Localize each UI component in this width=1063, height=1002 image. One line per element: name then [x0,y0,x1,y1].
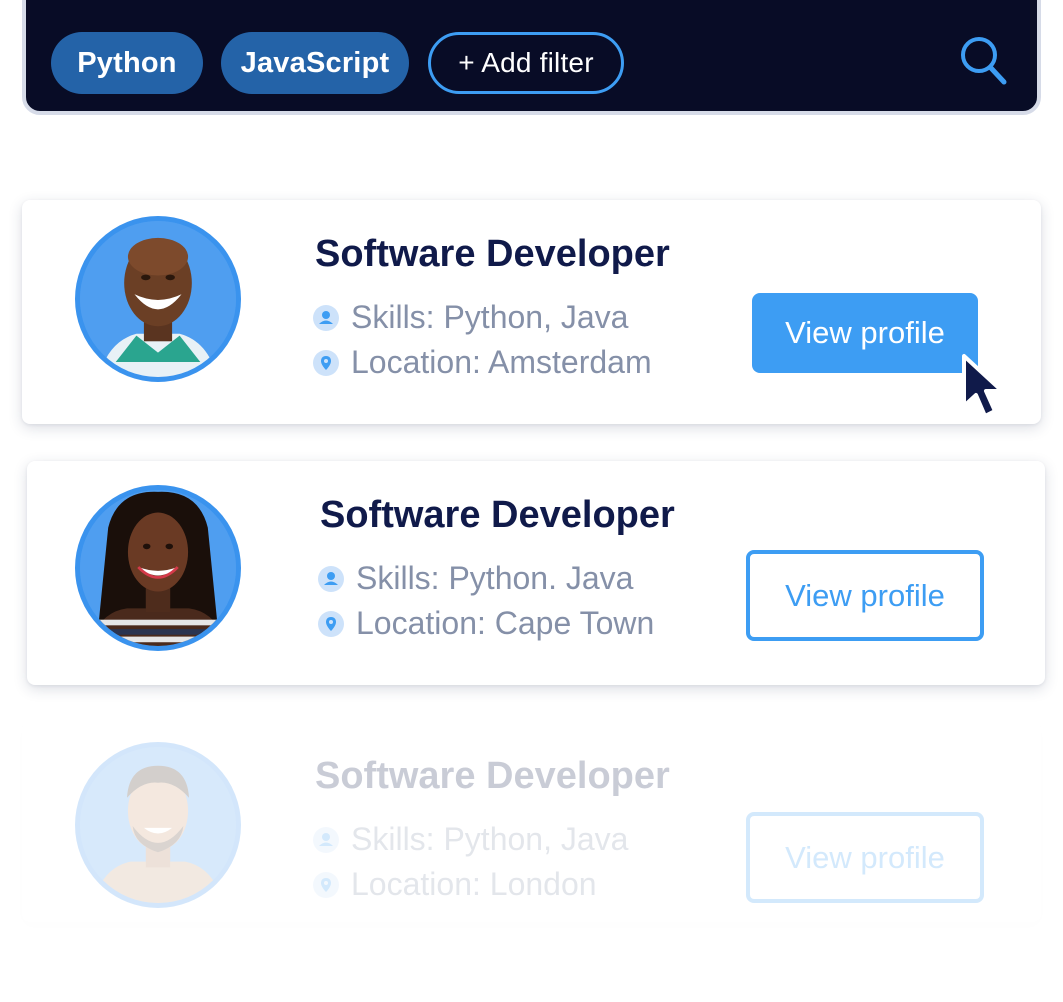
skills-text: Skills: Python, Java [351,821,629,857]
candidate-title: Software Developer [315,233,670,275]
add-filter-button[interactable]: + Add filter [428,32,624,94]
location-pin-icon [313,349,339,376]
candidate-location: Location: Cape Town [318,605,654,642]
person-icon [313,826,339,853]
candidate-location: Location: Amsterdam [313,344,652,381]
location-pin-icon [313,871,339,898]
avatar [75,742,241,908]
candidate-skills: Skills: Python, Java [313,299,628,336]
candidate-card: Software Developer Skills: Python, Java … [22,200,1041,424]
location-pin-icon [318,610,344,637]
view-profile-button[interactable]: View profile [746,550,984,641]
candidate-search-page: Python JavaScript + Add filter Software … [0,0,1063,1002]
filter-chip-python[interactable]: Python [51,32,203,94]
avatar [75,216,241,382]
search-icon[interactable] [958,34,1008,86]
candidate-card: Software Developer Skills: Python, Java … [22,722,1041,922]
person-icon [318,565,344,592]
person-icon [313,304,339,331]
mouse-cursor-icon [958,352,1018,422]
candidate-title: Software Developer [320,494,675,536]
filter-bar: Python JavaScript + Add filter [22,0,1041,115]
filter-chip-javascript[interactable]: JavaScript [221,32,409,94]
location-text: Location: London [351,866,597,902]
candidate-skills: Skills: Python, Java [313,821,628,858]
avatar [75,485,241,651]
candidate-card: Software Developer Skills: Python. Java … [27,461,1045,685]
view-profile-button[interactable]: View profile [746,812,984,903]
candidate-skills: Skills: Python. Java [318,560,633,597]
location-text: Location: Cape Town [356,605,655,641]
location-text: Location: Amsterdam [351,344,652,380]
candidate-title: Software Developer [315,755,670,797]
skills-text: Skills: Python. Java [356,560,634,596]
skills-text: Skills: Python, Java [351,299,629,335]
view-profile-button[interactable]: View profile [752,293,978,373]
candidate-location: Location: London [313,866,597,903]
